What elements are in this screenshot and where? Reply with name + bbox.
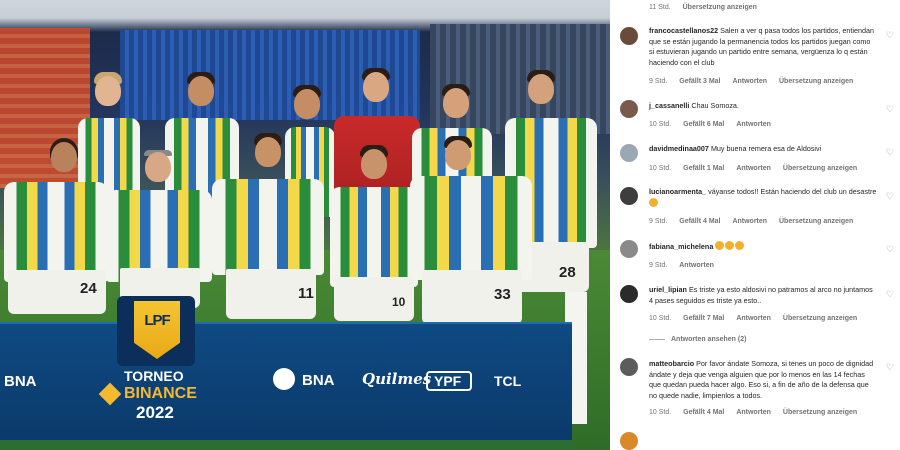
translate-link[interactable]: Übersetzung anzeigen <box>779 218 853 225</box>
jersey-number: 11 <box>298 285 314 302</box>
comment-meta: 10 Std. Gefällt 6 Mal Antworten <box>649 121 781 128</box>
comment-meta: 9 Std. Antworten <box>649 262 724 269</box>
avatar[interactable] <box>620 100 638 118</box>
pitch-edge <box>0 440 572 450</box>
year-text: 2022 <box>136 403 174 422</box>
translate-link[interactable]: Übersetzung anzeigen <box>779 78 853 85</box>
jersey-number: 10 <box>392 295 406 309</box>
comment-time: 9 Std. <box>649 78 668 85</box>
like-heart-icon[interactable]: ♡ <box>886 30 894 41</box>
comment-body: Chau Somoza. <box>691 101 739 110</box>
comment-meta: 9 Std. Gefällt 3 Mal Antworten Übersetzu… <box>649 78 863 85</box>
sponsor-tcl: TCL <box>494 373 522 389</box>
comment-text: francocastellanos22 Salen a ver q pasa t… <box>649 26 877 68</box>
sad-face-emoji-icon <box>715 241 725 250</box>
view-replies-button[interactable]: Antworten ansehen (2) <box>649 336 746 343</box>
comment-username[interactable]: davidmedinaa007 <box>649 144 709 153</box>
comment-text: lucianoarmenta_ váyanse todos!! Están ha… <box>649 187 877 209</box>
comment-username[interactable]: uriel_lipian <box>649 285 687 294</box>
comment-meta: 9 Std. Gefällt 4 Mal Antworten Übersetzu… <box>649 218 863 225</box>
sponsor-quilmes: Quilmes <box>362 370 432 388</box>
reply-button[interactable]: Antworten <box>736 315 771 322</box>
comment-likes[interactable]: Gefällt 4 Mal <box>683 409 724 416</box>
comment-text: j_cassanelli Chau Somoza. <box>649 101 877 112</box>
comment-time: 9 Std. <box>649 218 668 225</box>
like-heart-icon[interactable]: ♡ <box>886 104 894 115</box>
comment-text: davidmedinaa007 Muy buena remera esa de … <box>649 144 877 155</box>
comment-text: uriel_lipian Es triste ya esto aldosivi … <box>649 285 877 306</box>
reply-button[interactable]: Antworten <box>736 165 771 172</box>
like-heart-icon[interactable]: ♡ <box>886 289 894 300</box>
comment-time: 10 Std. <box>649 121 672 128</box>
comment-body: Muy buena remera esa de Aldosivi <box>710 144 822 153</box>
comment-body: váyanse todos!! Están haciendo del club … <box>708 187 877 196</box>
avatar[interactable] <box>620 432 638 450</box>
sponsor-ypf: YPF <box>434 373 462 389</box>
comment-time: 11 Std. <box>649 4 671 11</box>
sad-face-emoji-icon <box>735 241 745 250</box>
sad-face-emoji-icon <box>725 241 735 250</box>
comment-meta: 11 Std. Übersetzung anzeigen <box>649 4 767 11</box>
comment-username[interactable]: lucianoarmenta_ <box>649 187 706 196</box>
comment-likes[interactable]: Gefällt 1 Mal <box>683 165 724 172</box>
comment-time: 10 Std. <box>649 165 672 172</box>
sponsor-bna-left: BNA <box>4 373 37 390</box>
sponsor-bna-right: BNA <box>302 372 335 389</box>
jersey-number: 24 <box>80 280 97 297</box>
like-heart-icon[interactable]: ♡ <box>886 244 894 255</box>
binance-text: BINANCE <box>124 385 197 402</box>
comment-likes[interactable]: Gefällt 4 Mal <box>679 218 720 225</box>
comment-time: 10 Std. <box>649 409 672 416</box>
crying-face-emoji-icon <box>649 197 658 207</box>
like-heart-icon[interactable]: ♡ <box>886 191 894 202</box>
lpf-logo-text: LPF <box>144 312 170 329</box>
comment-text: fabiana_michelena <box>649 241 877 253</box>
comment-likes[interactable]: Gefällt 3 Mal <box>679 78 720 85</box>
reply-button[interactable]: Antworten <box>679 262 714 269</box>
comments-panel[interactable]: 11 Std. Übersetzung anzeigen francocaste… <box>610 0 900 450</box>
comment-username[interactable]: j_cassanelli <box>649 101 689 110</box>
translate-link[interactable]: Übersetzung anzeigen <box>783 315 857 322</box>
avatar[interactable] <box>620 27 638 45</box>
reply-button[interactable]: Antworten <box>736 121 771 128</box>
avatar[interactable] <box>620 358 638 376</box>
comment-likes[interactable]: Gefällt 7 Mal <box>683 315 724 322</box>
comment-time: 9 Std. <box>649 262 668 269</box>
jersey-number: 33 <box>494 286 511 303</box>
avatar[interactable] <box>620 285 638 303</box>
avatar[interactable] <box>620 187 638 205</box>
stadium-stand-left <box>0 28 90 188</box>
like-heart-icon[interactable]: ♡ <box>886 147 894 158</box>
like-heart-icon[interactable]: ♡ <box>886 362 894 373</box>
jersey-number: 28 <box>559 264 576 281</box>
reply-button[interactable]: Antworten <box>736 409 771 416</box>
reply-button[interactable]: Antworten <box>732 78 767 85</box>
translate-link[interactable]: Übersetzung anzeigen <box>783 165 857 172</box>
comment-username[interactable]: francocastellanos22 <box>649 26 718 35</box>
bna-logo-icon <box>273 368 295 390</box>
comment-meta: 10 Std. Gefällt 4 Mal Antworten Übersetz… <box>649 409 867 416</box>
translate-link[interactable]: Übersetzung anzeigen <box>683 4 757 11</box>
comment-time: 10 Std. <box>649 315 672 322</box>
comment-likes[interactable]: Gefällt 6 Mal <box>683 121 724 128</box>
comment-text: matteobarcio Por favor ándate Somoza, si… <box>649 359 877 401</box>
comment-username[interactable]: matteobarcio <box>649 359 694 368</box>
comment-meta: 10 Std. Gefällt 1 Mal Antworten Übersetz… <box>649 165 867 172</box>
translate-link[interactable]: Übersetzung anzeigen <box>783 409 857 416</box>
avatar[interactable] <box>620 144 638 162</box>
torneo-text: TORNEO <box>124 368 184 384</box>
comment-meta: 10 Std. Gefällt 7 Mal Antworten Übersetz… <box>649 315 867 322</box>
comment-username[interactable]: fabiana_michelena <box>649 242 713 251</box>
reply-button[interactable]: Antworten <box>732 218 767 225</box>
avatar[interactable] <box>620 240 638 258</box>
